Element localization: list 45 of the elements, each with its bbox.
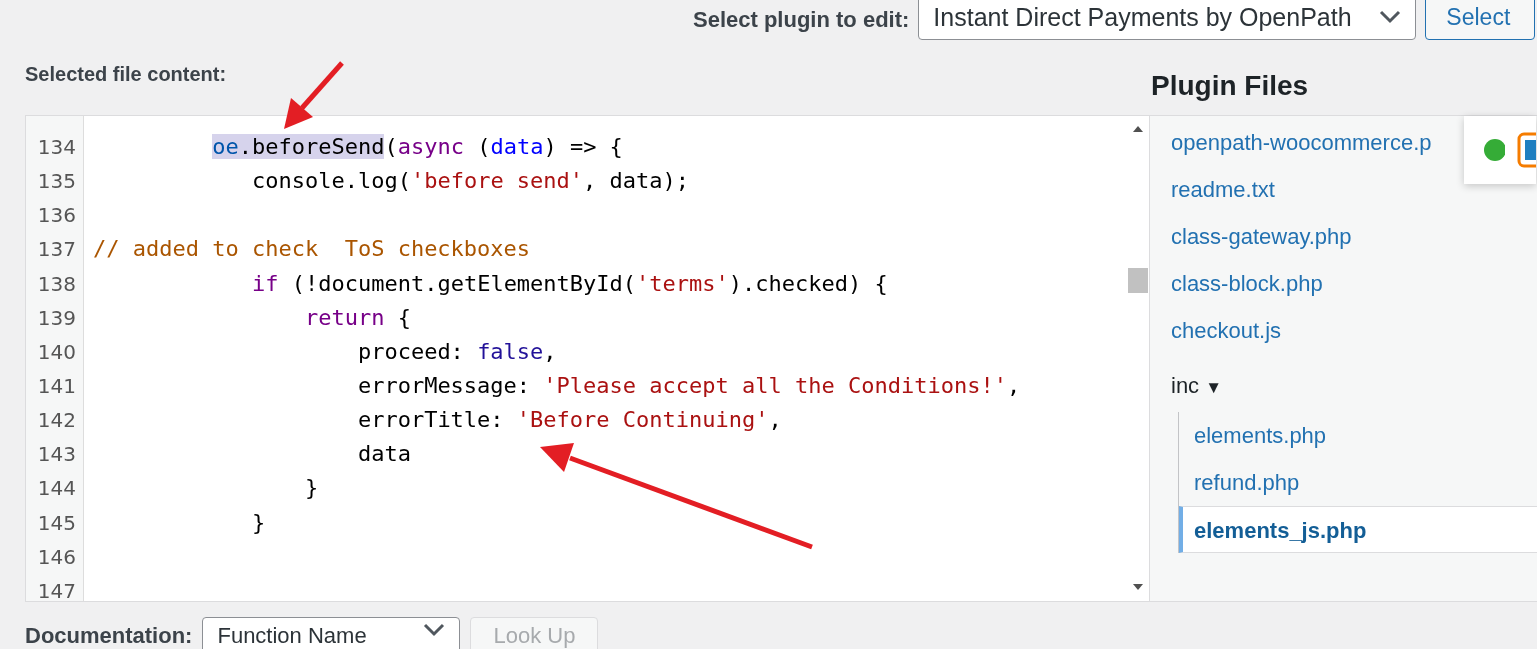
chevron-down-icon bbox=[1379, 10, 1402, 24]
code-line: return { bbox=[303, 303, 412, 332]
plugin-select-label: Select plugin to edit: bbox=[693, 7, 910, 33]
line-number: 138 bbox=[36, 270, 77, 298]
code-line: oe.beforeSend(async (data) => { bbox=[211, 133, 624, 161]
code-line: } bbox=[250, 508, 267, 537]
file-link[interactable]: refund.php bbox=[1194, 459, 1300, 506]
line-number: 140 bbox=[36, 338, 77, 366]
line-number: 147 bbox=[36, 577, 77, 601]
code-line: // added to check ToS checkboxes bbox=[93, 235, 532, 264]
code-editor[interactable] bbox=[25, 115, 1150, 602]
line-number: 134 bbox=[36, 134, 77, 161]
file-link[interactable]: elements_js.php bbox=[1179, 506, 1537, 553]
file-link[interactable]: checkout.js bbox=[1171, 307, 1282, 354]
file-link[interactable]: openpath-woocommerce.p bbox=[1171, 119, 1432, 166]
code-line: errorMessage: 'Please accept all the Conditions!', bbox=[356, 372, 1022, 400]
file-link[interactable]: class-block.php bbox=[1171, 260, 1323, 307]
line-number: 144 bbox=[36, 475, 77, 503]
line-number: 142 bbox=[36, 407, 77, 435]
code-line: if (!document.getElementById('terms').checked) { bbox=[250, 269, 889, 298]
line-number: 139 bbox=[36, 304, 77, 332]
line-number: 146 bbox=[36, 543, 77, 571]
select-button[interactable]: Select bbox=[1425, 0, 1536, 40]
folder-name[interactable]: inc bbox=[1171, 373, 1206, 398]
code-line: console.log('before send', data); bbox=[250, 167, 691, 196]
file-link[interactable]: class-gateway.php bbox=[1171, 213, 1352, 260]
file-link[interactable]: readme.txt bbox=[1171, 166, 1275, 213]
line-number: 145 bbox=[36, 509, 77, 537]
line-number: 136 bbox=[36, 202, 77, 230]
plugin-files-heading: Plugin Files bbox=[1150, 69, 1309, 103]
line-number: 143 bbox=[36, 441, 77, 469]
documentation-label: Documentation: bbox=[25, 623, 193, 649]
code-line: errorTitle: 'Before Continuing', bbox=[356, 406, 783, 435]
code-line: } bbox=[303, 474, 320, 503]
arrow-annotation bbox=[284, 61, 344, 129]
line-number: 141 bbox=[36, 373, 77, 400]
chevron-down-icon bbox=[423, 623, 446, 637]
code-line: proceed: false, bbox=[356, 337, 558, 366]
status-toast[interactable] bbox=[1464, 116, 1536, 184]
file-content-label: Selected file content: bbox=[25, 63, 227, 85]
app-icon[interactable] bbox=[1517, 132, 1536, 168]
line-number: 137 bbox=[36, 236, 77, 264]
code-line: data bbox=[356, 440, 412, 469]
plugin-select[interactable]: Instant Direct Payments by OpenPath bbox=[918, 0, 1417, 40]
line-number: 135 bbox=[36, 168, 77, 196]
